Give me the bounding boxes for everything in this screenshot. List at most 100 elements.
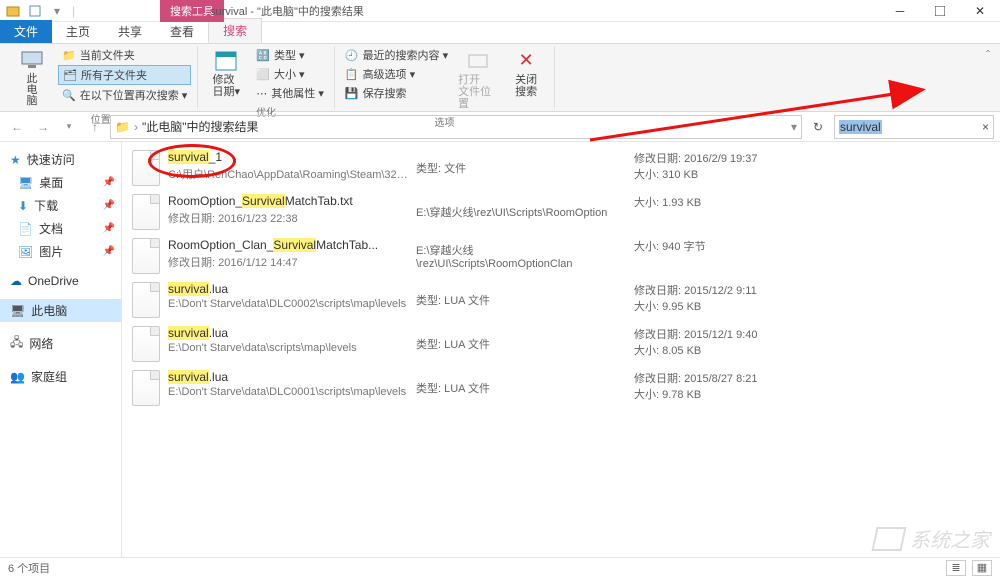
- tab-share[interactable]: 共享: [104, 20, 156, 43]
- file-path: 修改日期: 2016/1/12 14:47: [168, 254, 408, 270]
- file-name: survival.lua: [168, 326, 408, 340]
- sidebar-pictures[interactable]: 🖼图片📌: [0, 240, 121, 263]
- result-row[interactable]: survival.lua E:\Don't Starve\data\DLC000…: [132, 366, 990, 410]
- pin-icon: 📌: [103, 200, 115, 211]
- save-icon: 💾: [345, 87, 359, 100]
- file-name: RoomOption_SurvivalMatchTab.txt: [168, 194, 408, 208]
- tab-home[interactable]: 主页: [52, 20, 104, 43]
- maximize-button[interactable]: [920, 0, 960, 22]
- result-row[interactable]: survival.lua E:\Don't Starve\data\DLC000…: [132, 278, 990, 322]
- item-count: 6 个项目: [8, 560, 50, 576]
- details-view-button[interactable]: ≣: [946, 560, 966, 576]
- result-row[interactable]: RoomOption_Clan_SurvivalMatchTab... 修改日期…: [132, 234, 990, 278]
- back-button[interactable]: ←: [6, 116, 28, 138]
- file-name: survival.lua: [168, 370, 408, 384]
- current-folder-option[interactable]: 📁当前文件夹: [58, 46, 191, 64]
- icons-view-button[interactable]: ▦: [972, 560, 992, 576]
- folder-icon: 📁: [62, 49, 76, 62]
- sidebar-homegroup[interactable]: 👥家庭组: [0, 365, 121, 388]
- result-row[interactable]: RoomOption_SurvivalMatchTab.txt 修改日期: 20…: [132, 190, 990, 234]
- qa-dropdown-icon[interactable]: ▾: [50, 4, 64, 18]
- collapse-ribbon-icon[interactable]: ˆ: [980, 46, 996, 64]
- file-icon: [132, 194, 160, 230]
- sidebar-desktop[interactable]: 🖥桌面📌: [0, 171, 121, 194]
- file-path: E:\Don't Starve\data\DLC0002\scripts\map…: [168, 298, 408, 310]
- address-text: "此电脑"中的搜索结果: [142, 118, 259, 135]
- clear-search-icon[interactable]: ×: [982, 120, 989, 134]
- file-name: survival.lua: [168, 282, 408, 296]
- sidebar-network[interactable]: 🖧网络: [0, 330, 121, 357]
- onedrive-icon: ☁: [10, 274, 22, 288]
- this-pc-button[interactable]: 此 电 脑: [10, 46, 54, 109]
- other-props-option[interactable]: ⋯其他属性 ▾: [252, 84, 328, 102]
- address-field[interactable]: 📁 › "此电脑"中的搜索结果 ▾: [110, 115, 802, 139]
- ribbon-tabs: 文件 主页 共享 查看 搜索: [0, 22, 1000, 44]
- computer-icon: [20, 48, 44, 72]
- open-location-button[interactable]: 打开 文件位置: [456, 46, 500, 112]
- recent-searches-option[interactable]: 🕘最近的搜索内容 ▾: [341, 46, 452, 64]
- file-meta: 大小: 940 字节: [634, 238, 706, 254]
- recent-locations-icon[interactable]: ▾: [58, 116, 80, 138]
- search-again-icon: 🔍: [62, 89, 76, 102]
- desktop-icon: 🖥: [18, 176, 33, 190]
- result-row[interactable]: survival.lua E:\Don't Starve\data\script…: [132, 322, 990, 366]
- pin-icon: 📌: [103, 246, 115, 257]
- tab-file[interactable]: 文件: [0, 20, 52, 43]
- search-field[interactable]: survival ×: [834, 115, 994, 139]
- file-meta: 修改日期: 2015/12/1 9:40大小: 8.05 KB: [634, 326, 758, 358]
- date-modified-button[interactable]: 修改 日期▾: [204, 46, 248, 100]
- file-type: E:\穿越火线\rez\UI\Scripts\RoomOptionClan: [416, 242, 626, 270]
- sidebar-onedrive[interactable]: ☁OneDrive: [0, 271, 121, 291]
- file-meta: 修改日期: 2015/8/27 8:21大小: 9.78 KB: [634, 370, 758, 402]
- search-query: survival: [839, 120, 882, 134]
- qa-icon[interactable]: [28, 4, 42, 18]
- homegroup-icon: 👥: [10, 370, 25, 384]
- advanced-icon: 📋: [345, 68, 359, 81]
- size-option[interactable]: ⬜大小 ▾: [252, 65, 328, 83]
- minimize-button[interactable]: ─: [880, 0, 920, 22]
- calendar-icon: [214, 48, 238, 72]
- file-type: E:\穿越火线\rez\UI\Scripts\RoomOption: [416, 204, 626, 220]
- recent-icon: 🕘: [345, 49, 359, 62]
- search-again-option[interactable]: 🔍在以下位置再次搜索 ▾: [58, 86, 191, 104]
- file-type: 类型: LUA 文件: [416, 292, 626, 308]
- ribbon: 此 电 脑 📁当前文件夹 🗂所有子文件夹 🔍在以下位置再次搜索 ▾ 位置 修改 …: [0, 44, 1000, 112]
- address-bar: ← → ▾ ↑ 📁 › "此电脑"中的搜索结果 ▾ ↻ survival ×: [0, 112, 1000, 142]
- file-path: E:\Don't Starve\data\DLC0001\scripts\map…: [168, 386, 408, 398]
- file-type: 类型: 文件: [416, 160, 626, 176]
- star-icon: ★: [10, 153, 21, 167]
- folder-icon: 📁: [115, 120, 130, 134]
- folders-icon: 🗂: [63, 69, 77, 82]
- close-icon: ✕: [514, 48, 538, 72]
- kind-option[interactable]: 🔠类型 ▾: [252, 46, 328, 64]
- app-icon: [6, 4, 20, 18]
- refresh-button[interactable]: ↻: [806, 120, 830, 134]
- file-icon: [132, 370, 160, 406]
- file-name: RoomOption_Clan_SurvivalMatchTab...: [168, 238, 408, 252]
- file-meta: 大小: 1.93 KB: [634, 194, 701, 210]
- file-meta: 修改日期: 2015/12/2 9:11大小: 9.95 KB: [634, 282, 757, 314]
- titlebar: ▾ | ─ ✕: [0, 0, 1000, 22]
- close-button[interactable]: ✕: [960, 0, 1000, 22]
- sidebar-documents[interactable]: 📄文档📌: [0, 217, 121, 240]
- save-search-option[interactable]: 💾保存搜索: [341, 84, 452, 102]
- file-type: 类型: LUA 文件: [416, 380, 626, 396]
- sidebar-downloads[interactable]: ⬇下载📌: [0, 194, 121, 217]
- close-search-button[interactable]: ✕ 关闭 搜索: [504, 46, 548, 100]
- all-subfolders-option[interactable]: 🗂所有子文件夹: [58, 65, 191, 85]
- props-icon: ⋯: [256, 87, 267, 100]
- advanced-options[interactable]: 📋高级选项 ▾: [341, 65, 452, 83]
- result-row[interactable]: survival_1 C:\用户\RenChao\AppData\Roaming…: [132, 146, 990, 190]
- computer-icon: 🖥: [10, 304, 25, 318]
- sidebar-quick-access[interactable]: ★快速访问: [0, 148, 121, 171]
- up-button[interactable]: ↑: [84, 116, 106, 138]
- forward-button[interactable]: →: [32, 116, 54, 138]
- address-dropdown-icon[interactable]: ▾: [791, 120, 797, 134]
- file-path: E:\Don't Starve\data\scripts\map\levels: [168, 342, 408, 354]
- sidebar-this-pc[interactable]: 🖥此电脑: [0, 299, 121, 322]
- file-icon: [132, 326, 160, 362]
- tab-view[interactable]: 查看: [156, 20, 208, 43]
- picture-icon: 🖼: [18, 245, 33, 259]
- file-icon: [132, 282, 160, 318]
- size-icon: ⬜: [256, 68, 270, 81]
